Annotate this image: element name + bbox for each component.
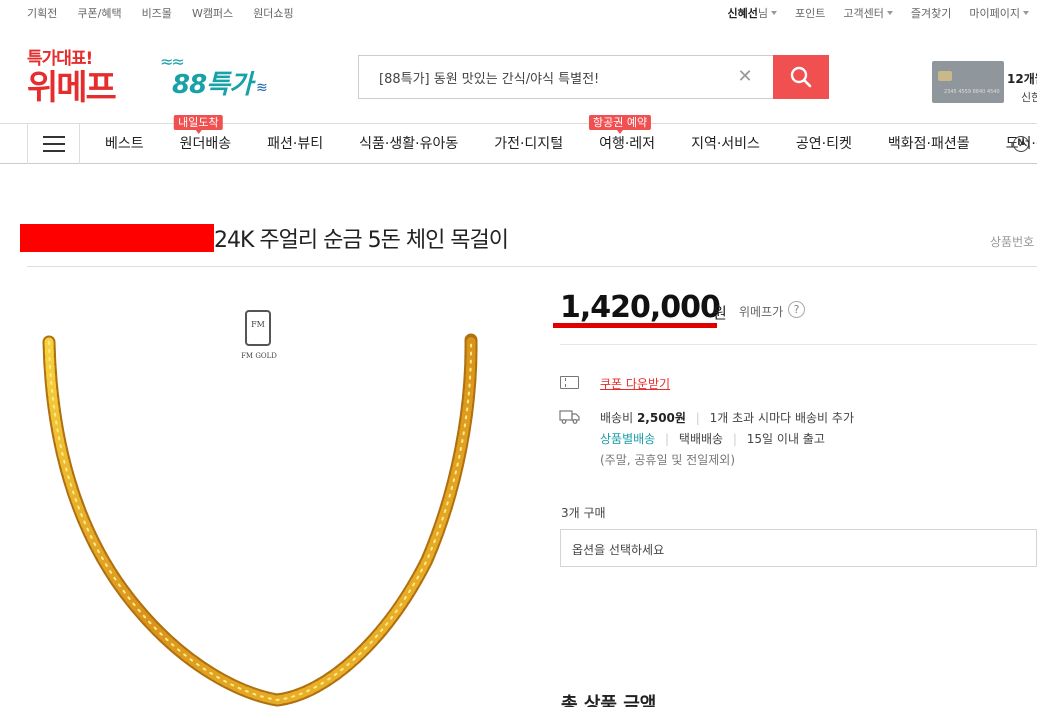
product-price: 1,420,000 — [560, 290, 721, 325]
product-image[interactable]: FM FM GOLD — [27, 290, 497, 707]
util-link-support[interactable]: 고객센터 — [843, 5, 893, 21]
search-icon — [790, 66, 812, 88]
redacted-brand — [20, 224, 214, 252]
shipping-type[interactable]: 상품별배송 — [600, 432, 655, 446]
card-ad-subtitle: 신한 — [1021, 91, 1037, 104]
user-name: 신혜선 — [727, 7, 758, 20]
all-categories-button[interactable] — [27, 124, 80, 164]
card-number: 2345 4559 8840 4540 — [944, 89, 1000, 95]
search-button[interactable] — [773, 55, 829, 99]
nav-item-travel[interactable]: 항공권 예약여행·레저 — [574, 115, 666, 164]
nav-label: 여행·레저 — [599, 136, 656, 152]
nav-badge: 내일도착 — [174, 115, 223, 134]
nav-item-tickets[interactable]: 공연·티켓 — [771, 124, 863, 164]
separator: | — [665, 432, 670, 446]
util-link-events[interactable]: 기획전 — [27, 5, 57, 21]
clear-icon[interactable]: ✕ — [735, 67, 755, 87]
logo-name: 위메프 — [27, 68, 117, 108]
logo-tagline: 특가대표! — [27, 49, 93, 69]
util-link-mypage[interactable]: 마이페이지 — [969, 5, 1029, 21]
nav-item-electronics[interactable]: 가전·디지털 — [469, 124, 574, 164]
nav-badge: 항공권 예약 — [589, 115, 652, 134]
nav-item-best[interactable]: 베스트 — [80, 124, 155, 164]
shipping-fee-value: 2,500원 — [636, 411, 686, 425]
mypage-label: 마이페이지 — [969, 7, 1020, 20]
nav-label: 백화점·패션몰 — [887, 136, 970, 152]
wave-icon: ≋ — [256, 80, 268, 96]
price-highlight-underline — [553, 323, 717, 328]
nav-label: 공연·티켓 — [795, 136, 852, 152]
card-ad-title: 12개월 — [1007, 72, 1037, 86]
n-store-icon[interactable]: N — [1013, 136, 1029, 152]
shipping-type-line: 상품별배송 | 택배배송 | 15일 이내 출고 — [600, 430, 825, 447]
promo-88-label: 88특가 — [172, 70, 253, 100]
category-nav: 베스트 내일도착원더배송 패션·뷰티 식품·생활·유아동 가전·디지털 항공권 … — [0, 115, 1037, 164]
favorites-label: 즐겨찾기 — [910, 7, 952, 20]
coupon-download-link[interactable]: 쿠폰 다운받기 — [600, 375, 670, 392]
nav-item-fashion-beauty[interactable]: 패션·뷰티 — [242, 124, 334, 164]
hamburger-icon — [43, 143, 65, 145]
truck-icon — [559, 410, 580, 424]
nav-label: 패션·뷰티 — [267, 136, 324, 152]
nav-label: 식품·생활·유아동 — [359, 136, 459, 152]
nav-item-local-services[interactable]: 지역·서비스 — [666, 124, 771, 164]
dispatch-note: (주말, 공휴일 및 전일제외) — [600, 453, 736, 467]
dispatch-period: 15일 이내 출고 — [746, 432, 825, 446]
price-block: 1,420,000 원 위메프가 ? — [553, 290, 805, 328]
util-link-points[interactable]: 포인트 — [795, 5, 825, 21]
price-type-label: 위메프가 — [739, 305, 784, 319]
chevron-down-icon — [771, 11, 778, 15]
utility-bar: 기획전 쿠폰/혜택 비즈몰 W캠퍼스 원더쇼핑 신혜선 님 포인트 고객센터 즐… — [0, 0, 1037, 24]
points-label: 포인트 — [795, 7, 826, 20]
chevron-down-icon — [886, 11, 893, 15]
user-suffix: 님 — [757, 7, 769, 20]
separator: | — [695, 411, 700, 425]
product-title: 24K 주얼리 순금 5돈 체인 목걸이 — [214, 228, 509, 253]
shipping-fee-note: 1개 초과 시마다 배송비 추가 — [709, 411, 854, 425]
promo-88-banner[interactable]: ≈≈ 88특가 ≋ — [160, 52, 285, 102]
card-ad-banner[interactable]: 2345 4559 8840 4540 12개월 신한 — [925, 58, 1037, 108]
search-input[interactable] — [359, 56, 769, 98]
nav-label: 원더배송 — [179, 136, 232, 152]
total-price-label: 총 상품 금액 — [561, 694, 657, 707]
coupon-icon — [560, 376, 579, 389]
help-icon[interactable]: ? — [788, 301, 805, 318]
gold-chain-necklace-image — [42, 333, 478, 707]
quantity-label: 3개 구매 — [561, 506, 606, 520]
nav-label: 가전·디지털 — [494, 136, 564, 152]
nav-item-department-store[interactable]: 백화점·패션몰 — [863, 124, 981, 164]
hamburger-icon — [43, 150, 65, 152]
site-logo[interactable]: 특가대표! 위메프 — [27, 44, 137, 108]
nav-label: 지역·서비스 — [691, 136, 760, 152]
hamburger-icon — [43, 136, 65, 138]
divider — [27, 266, 1037, 267]
product-number-label: 상품번호 — [990, 235, 1035, 249]
nav-label: 베스트 — [105, 136, 144, 152]
nav-item-food-living[interactable]: 식품·생활·유아동 — [334, 124, 469, 164]
support-label: 고객센터 — [843, 7, 884, 20]
card-chip-icon — [938, 71, 952, 81]
category-list: 베스트 내일도착원더배송 패션·뷰티 식품·생활·유아동 가전·디지털 항공권 … — [80, 115, 1037, 164]
search-bar: ✕ — [358, 55, 829, 99]
separator: | — [732, 432, 737, 446]
utility-right-links: 신혜선 님 포인트 고객센터 즐겨찾기 마이페이지 — [710, 5, 1029, 21]
util-link-coupons[interactable]: 쿠폰/혜택 — [77, 5, 121, 21]
option-select[interactable]: 옵션을 선택하세요 — [560, 529, 1037, 567]
util-link-favorites[interactable]: 즐겨찾기 — [911, 5, 951, 21]
shipping-fee-line: 배송비 2,500원 | 1개 초과 시마다 배송비 추가 — [600, 409, 854, 426]
chevron-down-icon — [1023, 11, 1029, 15]
user-menu[interactable]: 신혜선 님 — [728, 5, 778, 21]
utility-left-links: 기획전 쿠폰/혜택 비즈몰 W캠퍼스 원더쇼핑 — [27, 5, 314, 21]
nav-item-wonder-delivery[interactable]: 내일도착원더배송 — [155, 115, 243, 164]
util-link-wcampus[interactable]: W캠퍼스 — [192, 5, 233, 21]
util-link-bizmall[interactable]: 비즈몰 — [142, 5, 172, 21]
delivery-method: 택배배송 — [678, 432, 724, 446]
shipping-fee-label: 배송비 — [600, 411, 634, 425]
price-unit: 원 — [713, 304, 727, 322]
util-link-wondershopping[interactable]: 원더쇼핑 — [253, 5, 293, 21]
divider — [560, 344, 1037, 345]
credit-card-image: 2345 4559 8840 4540 — [932, 61, 1004, 103]
